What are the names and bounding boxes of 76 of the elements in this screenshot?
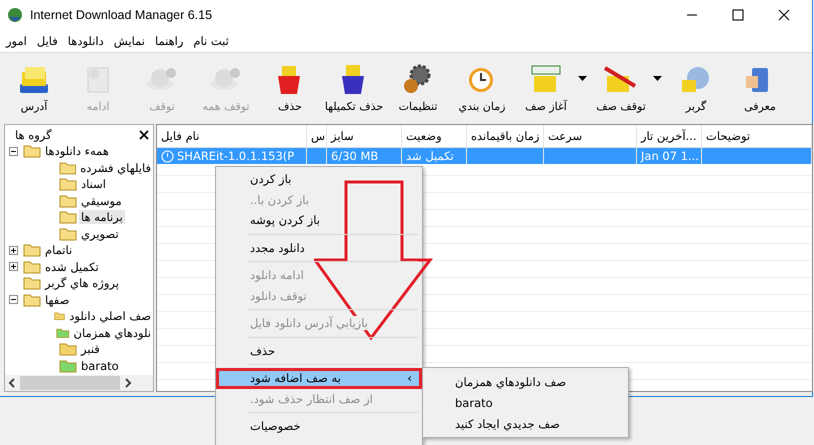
folder-icon xyxy=(23,243,41,258)
column-header[interactable]: وضعيت xyxy=(402,125,467,147)
tree-item[interactable]: نلودهاي همزمان xyxy=(72,326,153,340)
tree-item[interactable]: اسناد xyxy=(79,177,108,192)
table-cell: تكميل شد xyxy=(406,149,454,163)
tree-item[interactable]: صف اصلي دانلود xyxy=(67,309,153,324)
column-header[interactable]: سايز xyxy=(327,125,402,147)
folder-icon xyxy=(59,194,77,208)
folder-icon xyxy=(23,292,41,307)
close-icon[interactable] xyxy=(139,130,149,140)
window-title: Internet Download Manager 6.15 xyxy=(30,8,212,22)
folder-icon xyxy=(59,177,77,192)
folder-icon xyxy=(58,160,76,175)
menu-item[interactable]: راهنما xyxy=(154,34,184,48)
maximize-icon[interactable] xyxy=(732,9,744,21)
tree-item[interactable]: صفها xyxy=(43,292,72,307)
column-header[interactable]: آخرين تار... xyxy=(637,125,702,147)
menu-item[interactable]: نمايش xyxy=(114,34,145,48)
tree-item[interactable]: موسيقي xyxy=(79,194,124,208)
tree-item[interactable]: تصويري xyxy=(79,226,121,241)
toolbar-button[interactable]: تنظیمات xyxy=(386,60,450,114)
menu-item[interactable]: صف دانلودهاي همزمان xyxy=(423,371,628,392)
tree-item[interactable]: تكميل شده xyxy=(43,260,101,274)
column-header[interactable]: توضيحات xyxy=(702,125,812,147)
toolbar-button[interactable]: آدرس xyxy=(2,60,66,114)
folder-icon xyxy=(23,260,41,274)
app-icon xyxy=(6,7,24,23)
tree-item[interactable]: ناتمام xyxy=(43,243,74,258)
tree-item[interactable]: پروژه هاي گربر xyxy=(43,276,121,290)
menu-item[interactable]: امور xyxy=(6,34,27,48)
close-icon[interactable] xyxy=(778,9,790,21)
tree-item[interactable]: همهء دانلودها xyxy=(43,144,111,158)
menu-item[interactable]: دانلود مجدد xyxy=(216,238,422,258)
column-header[interactable]: نام فايل xyxy=(157,125,307,147)
caret-icon[interactable] xyxy=(578,76,587,80)
tree-item[interactable]: فايلهاي فشرده xyxy=(78,160,153,175)
menu-item[interactable]: خصوصيات xyxy=(216,416,422,436)
panel-title: گروه ها xyxy=(15,128,52,142)
toolbar-button[interactable]: زمان بندي xyxy=(450,60,514,114)
folder-icon xyxy=(59,210,77,224)
expander-icon[interactable] xyxy=(9,295,18,304)
caret-icon[interactable] xyxy=(653,76,662,80)
column-header[interactable]: س xyxy=(307,125,327,147)
expander-icon[interactable] xyxy=(9,262,18,272)
toolbar-button[interactable]: حذف xyxy=(258,60,322,114)
menu-item[interactable]: فايل xyxy=(36,34,58,48)
toolbar-button[interactable]: آغاز صف xyxy=(514,60,578,114)
scroll-left-icon[interactable] xyxy=(8,378,16,388)
toolbar-button[interactable]: گربر xyxy=(664,60,728,114)
expander-icon[interactable] xyxy=(9,246,18,255)
horizontal-scrollbar[interactable] xyxy=(5,375,153,391)
column-header[interactable]: سرعت xyxy=(544,125,637,147)
table-cell: Jan 07 1... xyxy=(641,149,699,163)
menu-item[interactable]: حذف xyxy=(216,340,422,361)
menu-item[interactable]: باز کردن xyxy=(216,169,422,190)
table-cell: SHAREit-1.0.1.153(P xyxy=(177,149,294,163)
folder-icon xyxy=(23,144,41,158)
tree-item[interactable]: barato xyxy=(79,358,121,373)
toolbar-button[interactable]: حذف تکمیلها xyxy=(322,60,386,114)
column-header[interactable]: زمان باقيمانده xyxy=(467,125,544,147)
tree-item[interactable]: قنبر xyxy=(79,342,102,356)
toolbar-button[interactable]: توقف صف xyxy=(589,60,653,114)
menu-item[interactable]: دانلودها xyxy=(68,34,104,48)
folder-icon xyxy=(23,276,41,290)
folder-icon xyxy=(59,226,77,241)
menu-item[interactable]: barato xyxy=(423,392,628,413)
menu-item[interactable]: صف جديدي ايجاد کنيد xyxy=(423,413,628,434)
tree-item[interactable]: برنامه ها xyxy=(79,210,125,224)
toolbar-button[interactable]: معرفی xyxy=(728,60,792,114)
menu-item[interactable]: به صف اضافه شود ‹ xyxy=(216,368,422,388)
file-icon xyxy=(161,150,174,162)
menu-item[interactable]: ثبت نام xyxy=(193,34,229,48)
table-cell: 6/30 MB xyxy=(331,149,378,163)
scroll-right-icon[interactable] xyxy=(124,378,132,388)
menu-item[interactable]: باز کردن پوشه xyxy=(216,210,422,230)
expander-icon[interactable] xyxy=(9,146,18,156)
